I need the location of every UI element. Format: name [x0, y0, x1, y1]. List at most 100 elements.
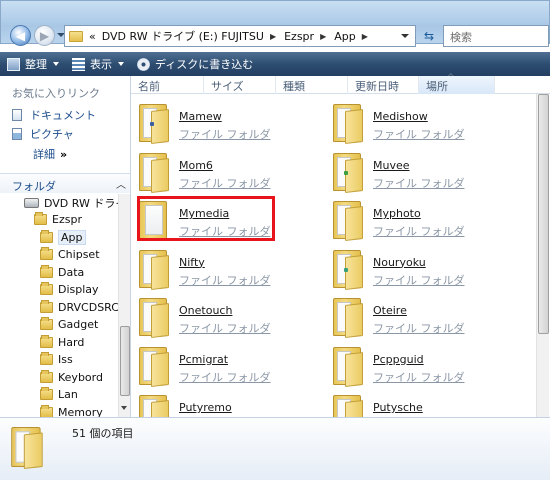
folder-item-pcmigrat[interactable]: Pcmigrat ファイル フォルダ	[131, 345, 311, 393]
address-overflow[interactable]: «	[89, 30, 96, 43]
favorite-label: ピクチャ	[30, 128, 74, 141]
tree-item-data[interactable]: Data	[40, 264, 84, 281]
more-label: 詳細	[33, 148, 55, 161]
folder-item-oteire[interactable]: Oteire ファイル フォルダ	[325, 296, 505, 344]
folder-tree: DVD RW ドライブ Ezspr App Chipset Data Displ…	[0, 194, 118, 417]
scroll-down-icon[interactable]	[121, 406, 127, 410]
chevron-up-icon: ︿	[116, 180, 126, 191]
organize-button[interactable]: 整理	[7, 56, 59, 72]
views-label: 表示	[90, 58, 112, 71]
tree-item-label: Data	[58, 266, 85, 279]
forward-button[interactable]: ▶	[34, 25, 55, 46]
column-modified[interactable]: 更新日時	[348, 76, 419, 94]
breadcrumb-separator-icon[interactable]: ▶	[362, 32, 368, 41]
tree-item-lan[interactable]: Lan	[40, 386, 78, 403]
documents-icon	[12, 109, 22, 121]
tree-item-memory[interactable]: Memory	[40, 404, 103, 417]
tree-item-label: Gadget	[58, 318, 99, 331]
breadcrumb-app[interactable]: App	[334, 30, 356, 43]
folder-type: ファイル フォルダ	[373, 322, 465, 335]
tree-item-label: Ezspr	[52, 213, 82, 226]
navigation-pane: お気に入りリンク ドキュメント ピクチャ 詳細 » フォルダ ︿ DVD RW …	[0, 76, 131, 417]
tree-item-chipset[interactable]: Chipset	[40, 246, 100, 263]
refresh-button[interactable]: ⇆	[417, 25, 441, 47]
folder-name: Muvee	[373, 158, 410, 172]
address-bar[interactable]: « DVD RW ドライブ (E:) FUJITSU ▶ Ezspr ▶ App…	[64, 25, 416, 47]
folder-item-muvee[interactable]: Muvee ファイル フォルダ	[325, 151, 505, 199]
breadcrumb-drive[interactable]: DVD RW ドライブ (E:) FUJITSU	[102, 28, 264, 44]
folder-type: ファイル フォルダ	[373, 176, 465, 190]
tree-item-display[interactable]: Display	[40, 281, 99, 298]
address-dropdown-icon[interactable]	[401, 34, 409, 38]
folder-icon	[40, 387, 53, 400]
folder-item-myphoto[interactable]: Myphoto ファイル フォルダ	[325, 199, 505, 247]
folder-icon	[333, 345, 365, 387]
disc-icon	[137, 57, 150, 71]
command-bar: 整理 表示 ディスクに書き込む	[0, 52, 550, 76]
tree-item-app[interactable]: App	[40, 229, 86, 246]
folder-icon	[333, 393, 365, 417]
folder-type: ファイル フォルダ	[373, 128, 465, 141]
folder-type: ファイル フォルダ	[179, 322, 271, 335]
tree-item-hard[interactable]: Hard	[40, 334, 84, 351]
favorite-pictures[interactable]: ピクチャ	[12, 126, 74, 142]
folder-type: ファイル フォルダ	[373, 225, 465, 238]
organize-icon	[7, 57, 20, 71]
folder-item-nifty[interactable]: Nifty ファイル フォルダ	[131, 248, 311, 296]
folder-item-onetouch[interactable]: Onetouch ファイル フォルダ	[131, 296, 311, 344]
pictures-icon	[12, 128, 22, 140]
back-button[interactable]: ◀	[10, 25, 31, 46]
column-headers: 名前 サイズ 種類 更新日時 場所 ^	[131, 73, 550, 94]
folder-item-mamew[interactable]: Mamew ファイル フォルダ	[131, 102, 311, 150]
favorite-documents[interactable]: ドキュメント	[12, 107, 96, 123]
folders-header[interactable]: フォルダ ︿	[0, 173, 130, 193]
folder-icon	[139, 151, 171, 193]
file-list-scrollbar-thumb[interactable]	[538, 94, 549, 334]
more-links[interactable]: 詳細 »	[33, 146, 67, 162]
folder-icon	[333, 151, 365, 193]
tree-item-ezspr[interactable]: Ezspr	[34, 211, 82, 228]
views-button[interactable]: 表示	[72, 56, 124, 72]
folder-item-putysche[interactable]: Putyscheファイル フォルダ	[325, 393, 505, 417]
burn-label: ディスクに書き込む	[155, 58, 254, 71]
folder-icon	[40, 247, 53, 260]
search-input[interactable]: 検索	[443, 25, 549, 47]
folder-name: Pcppguid	[373, 352, 424, 366]
tree-item-label: DRVCDSRC	[58, 301, 118, 314]
folder-type: ファイル フォルダ	[179, 176, 271, 190]
chevron-down-icon	[53, 62, 59, 66]
folder-icon	[40, 335, 53, 348]
sort-ascending-icon: ^	[447, 73, 455, 83]
folder-item-pcppguid[interactable]: Pcppguid ファイル フォルダ	[325, 345, 505, 393]
tree-item-drive[interactable]: DVD RW ドライブ	[24, 194, 118, 211]
tree-item-iss[interactable]: Iss	[40, 351, 73, 368]
tree-scrollbar[interactable]	[118, 194, 130, 417]
tree-item-gadget[interactable]: Gadget	[40, 316, 98, 333]
folder-icon	[139, 393, 171, 417]
favorite-label: ドキュメント	[30, 109, 96, 122]
file-list-scrollbar[interactable]	[536, 94, 549, 417]
folder-item-nouryoku[interactable]: Nouryoku ファイル フォルダ	[325, 248, 505, 296]
column-name[interactable]: 名前	[131, 76, 204, 94]
breadcrumb-ezspr[interactable]: Ezspr	[284, 30, 314, 43]
folder-name: Mom6	[179, 158, 213, 172]
folder-item-medishow[interactable]: Medishow ファイル フォルダ	[325, 102, 505, 150]
tree-item-label: Chipset	[58, 248, 100, 261]
column-type[interactable]: 種類	[276, 76, 348, 94]
folder-icon	[139, 248, 171, 290]
folder-icon	[40, 230, 53, 243]
breadcrumb-separator-icon[interactable]: ▶	[320, 32, 326, 41]
burn-button[interactable]: ディスクに書き込む	[137, 56, 253, 72]
folder-type: ファイル フォルダ	[373, 370, 465, 384]
tree-item-drvcdsrc[interactable]: DRVCDSRC	[40, 299, 118, 316]
folder-type: ファイル フォルダ	[373, 273, 465, 287]
breadcrumb-separator-icon[interactable]: ▶	[270, 32, 276, 41]
tree-item-keybord[interactable]: Keybord	[40, 369, 103, 386]
folder-item-putyremo[interactable]: Putyremoファイル フォルダ	[131, 393, 311, 417]
folder-item-mom6[interactable]: Mom6 ファイル フォルダ	[131, 151, 311, 199]
callout-highlight-box	[137, 196, 275, 241]
folder-name: Onetouch	[179, 304, 233, 317]
column-location[interactable]: 場所 ^	[419, 73, 495, 94]
column-size[interactable]: サイズ	[204, 76, 276, 94]
tree-scrollbar-thumb[interactable]	[120, 326, 130, 396]
